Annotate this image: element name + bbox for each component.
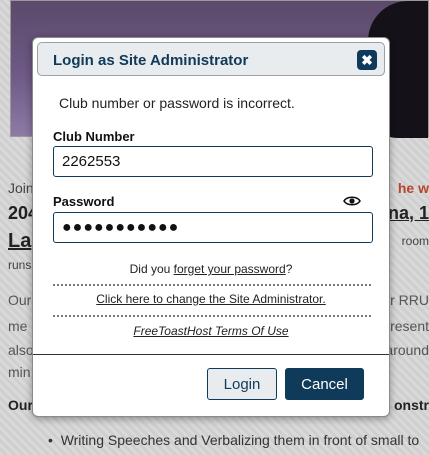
- club-number-label: Club Number: [53, 129, 135, 144]
- bg-paragraph-line: min: [8, 364, 31, 380]
- bg-right-date-link[interactable]: na, 1: [388, 203, 429, 224]
- error-message: Club number or password is incorrect.: [59, 95, 295, 111]
- bg-bullet-item: • Writing Speeches and Verbalizing them …: [48, 432, 420, 448]
- terms-of-use-link[interactable]: FreeToastHost Terms Of Use: [33, 324, 389, 338]
- bg-right-heading: onstr: [394, 397, 429, 413]
- bg-heading: Our: [8, 397, 33, 413]
- bg-paragraph-line: Our: [8, 292, 32, 308]
- footer-separator: [33, 354, 389, 355]
- bg-right-text: r RRU: [390, 292, 429, 308]
- close-icon: ✖: [361, 52, 373, 68]
- forgot-password-line: Did you forget your password?: [33, 262, 389, 276]
- bg-right-red-text: he w: [397, 180, 429, 196]
- password-masked-value: ●●●●●●●●●●●: [62, 218, 180, 236]
- password-input[interactable]: ●●●●●●●●●●●: [53, 212, 373, 243]
- eye-icon[interactable]: [343, 195, 361, 207]
- forgot-prefix: Did you: [129, 262, 174, 276]
- club-number-input[interactable]: [53, 146, 373, 177]
- bg-bullet-text: Writing Speeches and Verbalizing them in…: [60, 432, 420, 448]
- change-admin-link[interactable]: Click here to change the Site Administra…: [33, 292, 389, 306]
- bg-paragraph-line: also: [8, 342, 34, 358]
- bg-paragraph-line: me: [8, 318, 28, 334]
- forgot-suffix: ?: [285, 262, 293, 276]
- login-dialog: Login as Site Administrator ✖ Club numbe…: [32, 37, 390, 417]
- forgot-password-link[interactable]: forget your password: [174, 262, 286, 276]
- cancel-button[interactable]: Cancel: [285, 368, 364, 400]
- login-button[interactable]: Login: [207, 368, 277, 400]
- password-label: Password: [53, 194, 115, 209]
- dialog-titlebar[interactable]: Login as Site Administrator ✖: [37, 42, 385, 76]
- dotted-divider: [53, 284, 371, 286]
- bg-right-room-text: room: [401, 234, 429, 248]
- bg-right-text: around: [385, 342, 429, 358]
- close-button[interactable]: ✖: [357, 50, 377, 70]
- dotted-divider: [53, 315, 371, 317]
- bg-right-text: resent: [390, 318, 429, 334]
- dialog-title: Login as Site Administrator: [53, 52, 249, 69]
- bg-location-link[interactable]: La: [8, 230, 31, 253]
- bg-runs-text: runs: [8, 258, 32, 272]
- bg-join-text: Join: [8, 180, 34, 196]
